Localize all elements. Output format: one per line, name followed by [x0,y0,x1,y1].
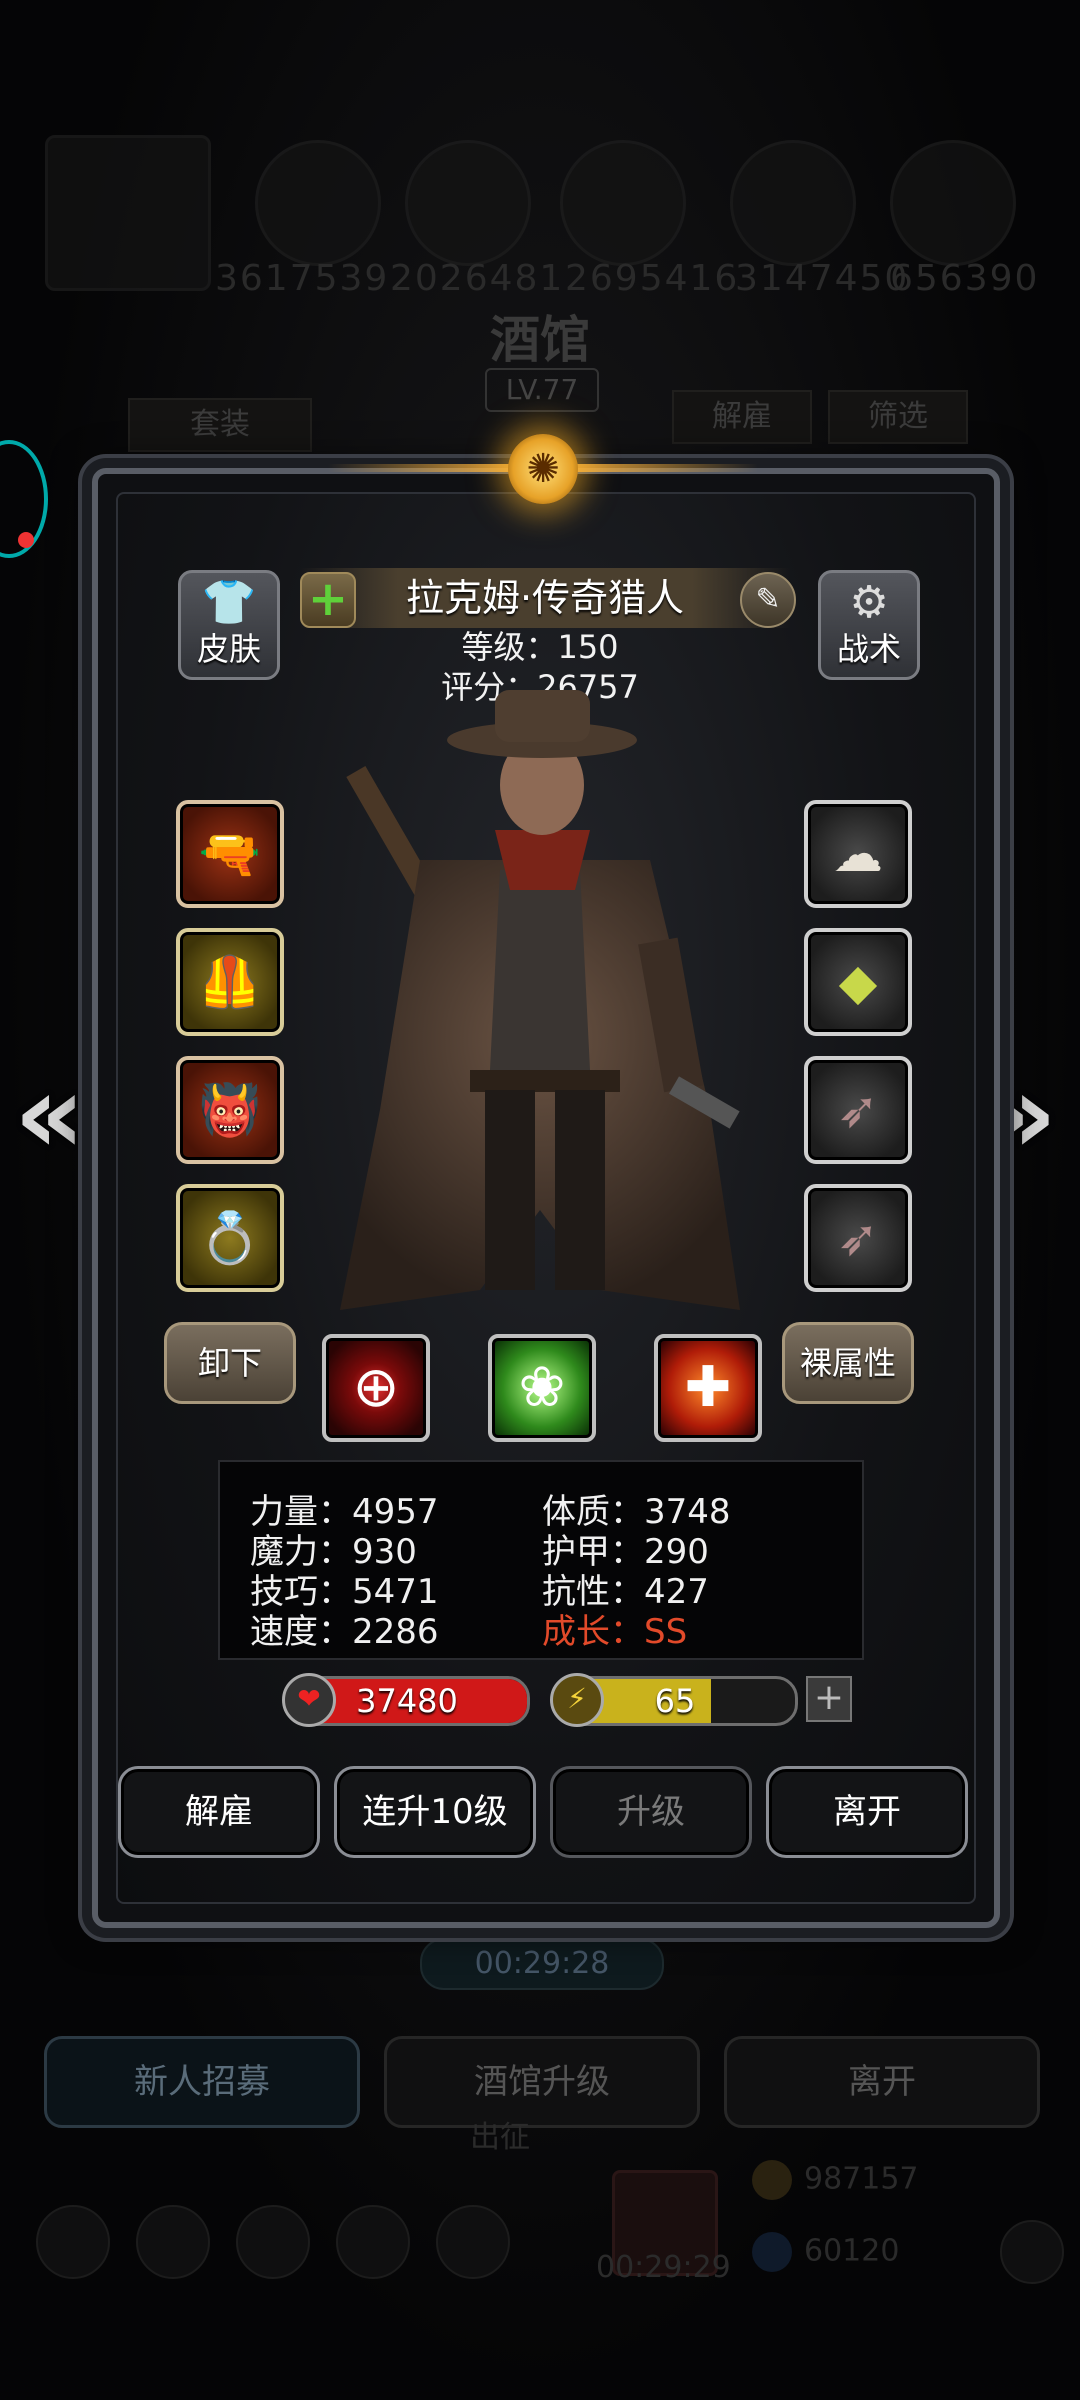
background-bottom-icon-1 [36,2205,110,2279]
background-slot-5 [890,140,1016,266]
background-level: LV.77 [485,368,599,412]
lightning-icon: ⚡ [550,1673,604,1727]
background-bottom-icon-5 [436,2205,510,2279]
equipment-slot-gem[interactable]: ◆ [804,928,912,1036]
rifle-icon: 🔫 [198,825,262,883]
crosshair-skill-icon: ⊕ [352,1355,400,1420]
stat-speed: 速度：2286 [250,1612,439,1652]
leave-button[interactable]: 离开 [766,1766,968,1858]
background-bottom-label: 出征 [470,2120,530,2155]
notification-dot [18,532,34,548]
background-bottom-timer: 00:29:29 [596,2250,731,2285]
feather-icon: ➶ [837,1209,879,1267]
background-gems: 60120 [752,2232,899,2272]
background-number-1: 3617539 [215,258,390,299]
background-bottom-icon-4 [336,2205,410,2279]
background-slot-1 [255,140,381,266]
level-up-10-button[interactable]: 连升10级 [334,1766,536,1858]
equipment-slot-feather-1[interactable]: ➶ [804,1056,912,1164]
feather-icon: ➶ [837,1081,879,1139]
gem-icon [752,2232,792,2272]
upgrade-button[interactable]: 升级 [550,1766,752,1858]
equipment-slot-armor[interactable]: 🦺 [176,928,284,1036]
equipment-slot-feather-2[interactable]: ➶ [804,1184,912,1292]
background-bottom-icon-3 [236,2205,310,2279]
armor-icon: 🦺 [198,953,262,1011]
gold-coin-icon [752,2160,792,2200]
hero-portrait [340,690,740,1310]
background-tab-suit: 套装 [128,398,312,452]
background-gold: 987157 [752,2160,919,2200]
background-slot-4 [730,140,856,266]
edit-name-icon[interactable]: ✎ [740,572,796,628]
background-gold-value: 987157 [804,2161,919,2197]
ring-icon: 💍 [198,1209,262,1267]
background-hero-slot [45,135,211,291]
background-number-2: 2026481 [390,258,565,299]
equipment-slot-weapon[interactable]: 🔫 [176,800,284,908]
stat-growth: 成长：SS [542,1612,688,1652]
heart-icon: ❤ [282,1673,336,1727]
background-add-icon [1000,2220,1064,2284]
background-bottom-icon-2 [136,2205,210,2279]
hero-name: 拉克姆·传奇猎人 [300,568,790,628]
gem-icon: ◆ [838,953,878,1011]
stats-panel: 力量：4957 魔力：930 技巧：5471 速度：2286 体质：3748 护… [218,1460,864,1660]
background-slot-3 [560,140,686,266]
background-gems-value: 60120 [804,2233,900,2269]
background-timer: 00:29:28 [420,1938,664,1990]
background-tab-filter: 筛选 [828,390,968,444]
unequip-button[interactable]: 卸下 [164,1322,296,1404]
background-recruit-button: 新人招募 [44,2036,360,2128]
background-upgrade-tavern-button: 酒馆升级 [384,2036,700,2128]
background-tab-dismiss: 解雇 [672,390,812,444]
previous-hero-arrow-icon[interactable]: « [14,1050,85,1178]
add-hero-button[interactable]: + [300,572,356,628]
background-number-4: 3147450 [735,258,910,299]
background-leave-button: 离开 [724,2036,1040,2128]
cloud-amulet-icon: ☁ [833,825,883,883]
skill-slot-1[interactable]: ⊕ [322,1334,430,1442]
skill-slot-3[interactable]: ✚ [654,1334,762,1442]
background-number-5: 656390 [890,258,1040,299]
demon-mask-icon: 👹 [198,1081,262,1139]
ghost-skill-icon: ❀ [518,1355,566,1420]
equipment-slot-helmet[interactable]: 👹 [176,1056,284,1164]
equipment-slot-amulet[interactable]: ☁ [804,800,912,908]
background-number-3: 2695416 [565,258,740,299]
equipment-slot-ring[interactable]: 💍 [176,1184,284,1292]
panel-crest-icon: ✺ [508,434,578,504]
add-energy-button[interactable]: + [806,1676,852,1722]
background-slot-2 [405,140,531,266]
dismiss-button[interactable]: 解雇 [118,1766,320,1858]
background-title: 酒馆 [490,311,590,369]
base-attributes-button[interactable]: 裸属性 [782,1322,914,1404]
cross-skill-icon: ✚ [684,1355,732,1420]
skill-slot-2[interactable]: ❀ [488,1334,596,1442]
